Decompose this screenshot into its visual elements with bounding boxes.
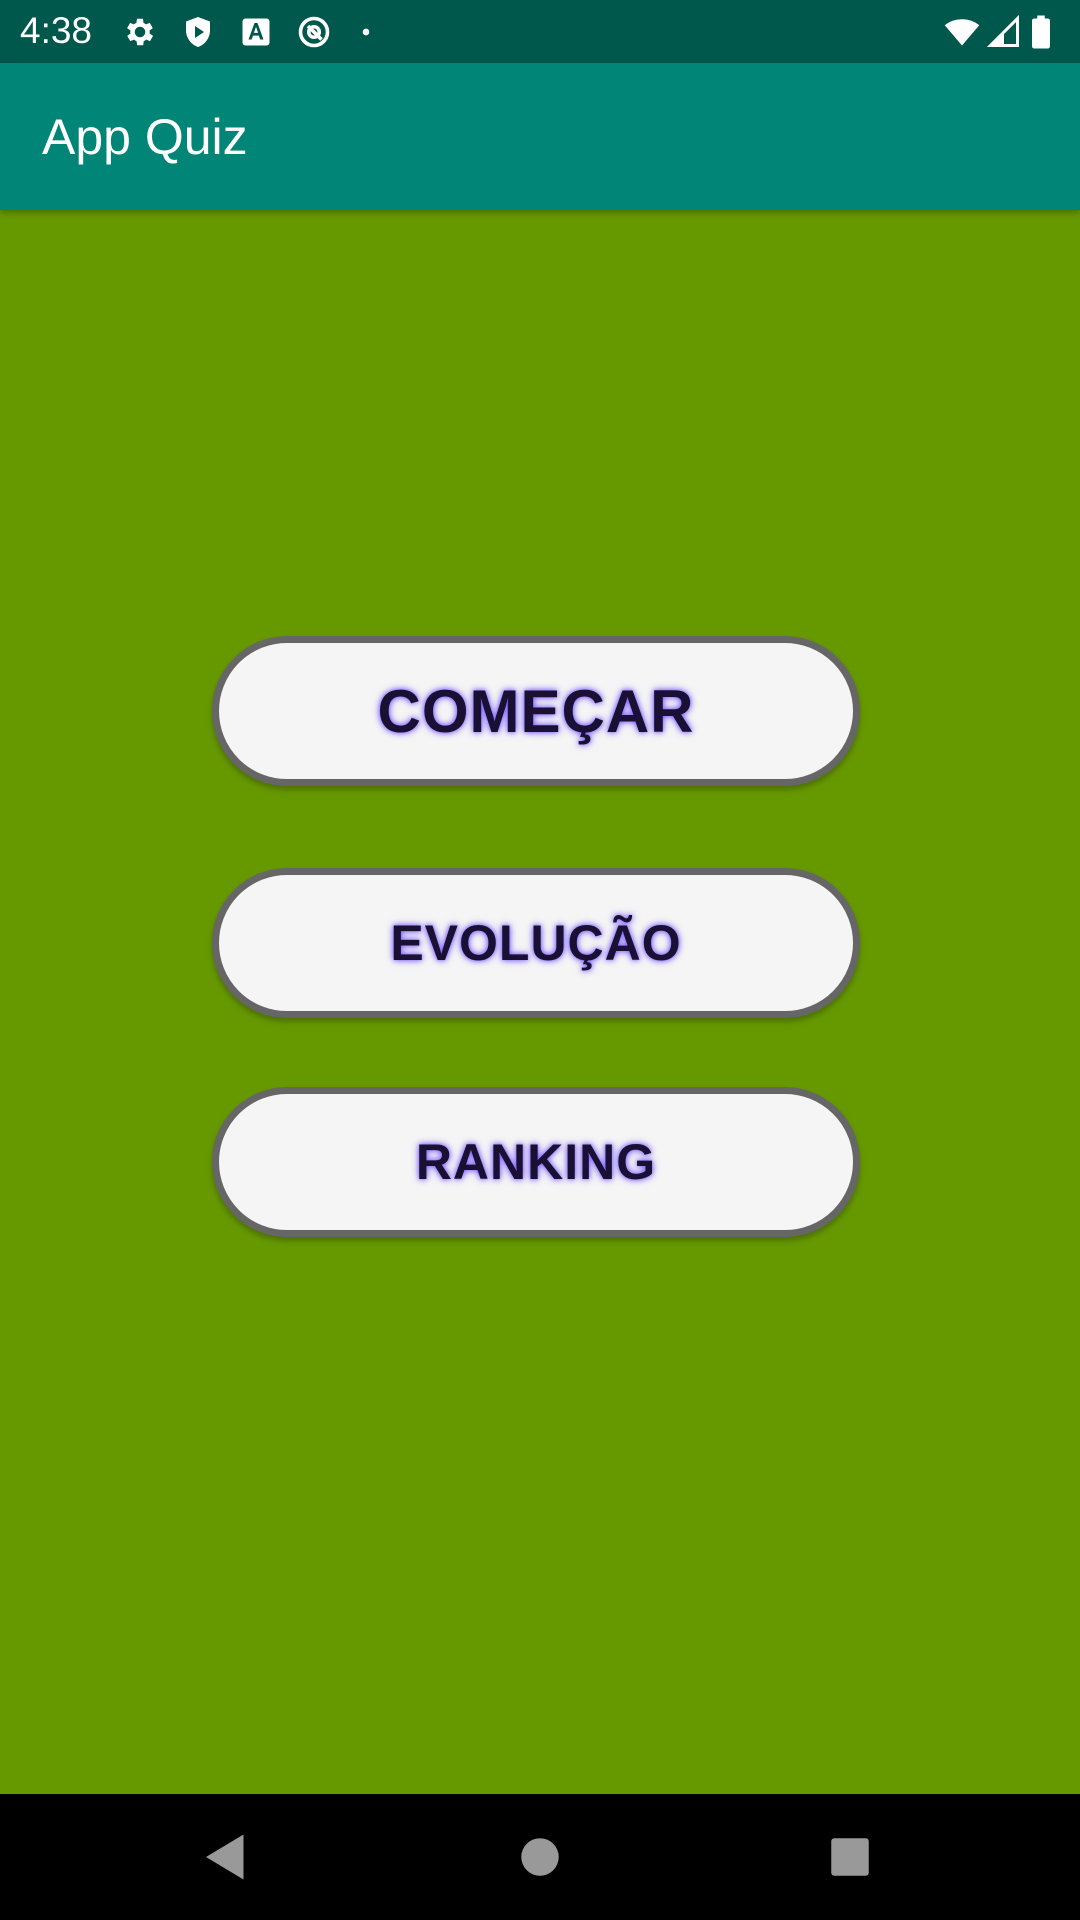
evolution-button[interactable]: EVOLUÇÃO [212, 868, 860, 1018]
status-time: 4:38 [20, 10, 93, 51]
wifi-icon [944, 14, 980, 50]
start-button-label: COMEÇAR [377, 677, 695, 745]
back-icon[interactable] [196, 1827, 256, 1887]
settings-icon [122, 14, 158, 50]
ranking-button-label: RANKING [415, 1134, 657, 1190]
app-bar: App Quiz [0, 63, 1080, 210]
start-button[interactable]: COMEÇAR [212, 636, 860, 786]
status-bar: 4:38 [0, 0, 1080, 63]
ranking-button[interactable]: RANKING [212, 1087, 860, 1237]
home-icon[interactable] [510, 1827, 570, 1887]
dot-icon [356, 14, 376, 50]
navigation-bar [0, 1794, 1080, 1920]
recents-icon[interactable] [820, 1827, 880, 1887]
battery-icon [1030, 14, 1060, 50]
shield-icon [180, 14, 216, 50]
at-sign-icon [296, 14, 332, 50]
app-title: App Quiz [42, 109, 248, 165]
screen: 4:38 App Quiz COMEÇAR EVOLUÇÃO RANKING [0, 0, 1080, 1920]
evolution-button-label: EVOLUÇÃO [390, 915, 682, 971]
signal-icon [986, 14, 1022, 50]
font-a-icon [238, 14, 274, 50]
